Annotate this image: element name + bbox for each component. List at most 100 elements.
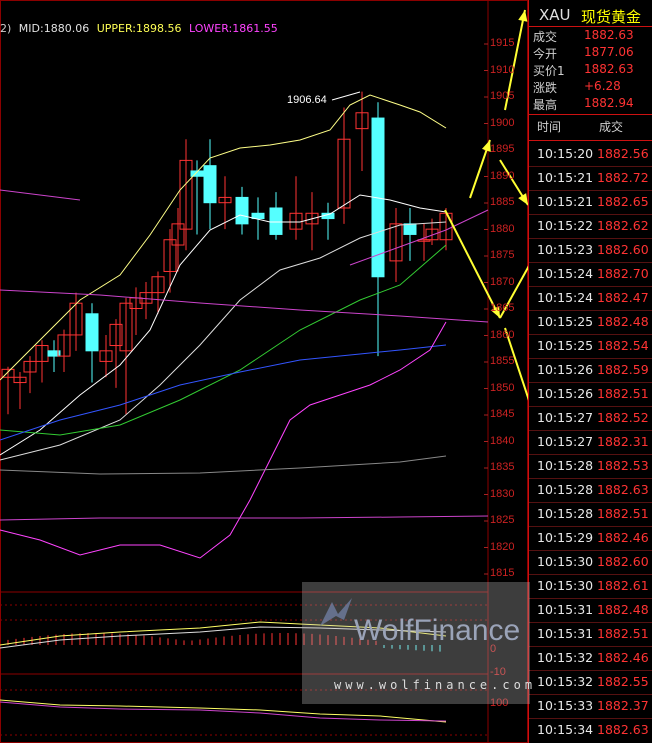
price-tick-label: 1915 xyxy=(490,37,515,49)
tick-time: 10:15:22 xyxy=(537,218,594,233)
tick-divider xyxy=(529,718,652,719)
annotation-arrow xyxy=(504,327,528,401)
tick-divider xyxy=(529,430,652,431)
quote-stat-value: 1882.63 xyxy=(584,62,634,76)
price-tick-label: 1845 xyxy=(490,408,515,420)
bearish-candle xyxy=(235,196,249,225)
quote-stat-row: 涨跌 +6.28 xyxy=(529,79,652,97)
tick-divider xyxy=(529,334,652,335)
tick-divider xyxy=(529,622,652,623)
tick-divider xyxy=(529,598,652,599)
tick-price: 1882.46 xyxy=(597,650,649,665)
price-tick-label: 1860 xyxy=(490,328,515,341)
boll-upper-value: UPPER:1898.56 xyxy=(96,22,182,35)
tick-price: 1882.65 xyxy=(597,194,649,209)
tick-time: 10:15:24 xyxy=(537,290,594,305)
price-tick-label: 1825 xyxy=(490,514,515,526)
tick-price: 1882.53 xyxy=(597,458,649,473)
quote-stat-value: 1882.63 xyxy=(584,28,634,42)
tick-time: 10:15:29 xyxy=(537,530,594,545)
price-tick-label: 1905 xyxy=(490,90,515,102)
tick-price: 1882.31 xyxy=(597,434,649,449)
tick-time: 10:15:30 xyxy=(537,554,594,569)
price-tick-label: 1820 xyxy=(490,540,515,553)
ma-gray-line xyxy=(0,455,447,475)
indicator-prefix: 2) xyxy=(0,22,12,35)
lower-band-flat-line xyxy=(0,515,489,521)
tick-time: 10:15:28 xyxy=(537,482,594,497)
tick-time: 10:15:27 xyxy=(537,410,594,425)
tick-price: 1882.63 xyxy=(597,722,649,737)
tick-price: 1882.70 xyxy=(597,266,649,281)
tick-price: 1882.52 xyxy=(597,410,649,425)
tick-divider xyxy=(529,190,652,191)
tick-divider xyxy=(529,214,652,215)
peak-pointer-line xyxy=(331,91,361,101)
tick-divider xyxy=(529,262,652,263)
tick-divider xyxy=(529,406,652,407)
quote-title: XAU 现货黄金 xyxy=(529,2,652,26)
price-tick-label: 1910 xyxy=(490,63,515,76)
boll-mid-value: MID:1880.06 xyxy=(18,22,90,35)
tick-divider xyxy=(529,478,652,479)
arrowhead xyxy=(518,193,528,205)
quote-stat-label: 今开 xyxy=(533,47,558,61)
bearish-candle xyxy=(403,223,417,235)
price-tick-label: 1835 xyxy=(490,461,515,473)
tick-price: 1882.48 xyxy=(597,602,649,617)
quote-stat-row: 今开 1877.06 xyxy=(529,45,652,63)
lower-band-line xyxy=(0,321,447,559)
arrowhead xyxy=(518,10,528,22)
tick-time: 10:15:25 xyxy=(537,314,594,329)
bearish-candle xyxy=(269,207,283,235)
tick-time: 10:15:28 xyxy=(537,458,594,473)
quote-stat-label: 涨跌 xyxy=(533,81,558,95)
tick-divider xyxy=(529,550,652,551)
watermark-logo-text: WolfFinance xyxy=(354,614,521,647)
tick-price: 1882.48 xyxy=(597,314,649,329)
price-column-header: 成交 xyxy=(599,120,624,134)
tick-divider xyxy=(529,238,652,239)
tick-time: 10:15:20 xyxy=(537,146,594,161)
magenta-trend-line xyxy=(0,289,489,323)
quote-panel: XAU 现货黄金 成交 1882.63 今开 1877.06 买价1 1882.63 涨跌 +… xyxy=(528,0,652,743)
price-tick-label: 1855 xyxy=(490,355,515,367)
magenta-rising-line xyxy=(349,209,489,266)
quote-stat-row: 最高 1882.94 xyxy=(529,96,652,114)
price-tick-label: 1870 xyxy=(490,275,515,288)
instrument-name: 现货黄金 xyxy=(581,8,642,26)
boll-lower-value: LOWER:1861.55 xyxy=(188,22,278,35)
tick-time: 10:15:25 xyxy=(537,338,594,353)
quote-stat-row: 买价1 1882.63 xyxy=(529,62,652,80)
bearish-candle xyxy=(203,165,217,204)
quote-stat-label: 最高 xyxy=(533,98,558,112)
quote-stat-label: 成交 xyxy=(533,30,558,44)
watermark: WolfFinance www.wolfinance.com xyxy=(302,582,532,704)
price-tick-label: 1900 xyxy=(490,116,515,129)
price-tick-label: 1885 xyxy=(490,196,515,208)
tick-divider xyxy=(529,574,652,575)
tick-time: 10:15:32 xyxy=(537,650,594,665)
tick-price: 1882.59 xyxy=(597,362,649,377)
tick-time: 10:15:31 xyxy=(537,602,594,617)
quote-stat-label: 买价1 xyxy=(533,64,565,78)
divider xyxy=(529,26,652,27)
tick-time: 10:15:21 xyxy=(537,170,594,185)
tick-time: 10:15:28 xyxy=(537,506,594,521)
tick-row: 10:15:34 1882.63 xyxy=(529,722,652,743)
tick-divider xyxy=(529,454,652,455)
tick-price: 1882.54 xyxy=(597,338,649,353)
tick-divider xyxy=(529,502,652,503)
tick-price: 1882.56 xyxy=(597,146,649,161)
quote-stat-value: 1877.06 xyxy=(584,45,634,59)
tick-price: 1882.61 xyxy=(597,578,649,593)
tick-time: 10:15:34 xyxy=(537,722,594,737)
tick-price: 1882.46 xyxy=(597,530,649,545)
price-tick-label: 1890 xyxy=(490,169,515,182)
tick-price: 1882.60 xyxy=(597,554,649,569)
divider xyxy=(529,140,652,141)
tick-price: 1882.63 xyxy=(597,482,649,497)
price-tick-label: 1830 xyxy=(490,487,515,500)
bearish-candle xyxy=(85,313,99,352)
tick-time: 10:15:30 xyxy=(537,578,594,593)
